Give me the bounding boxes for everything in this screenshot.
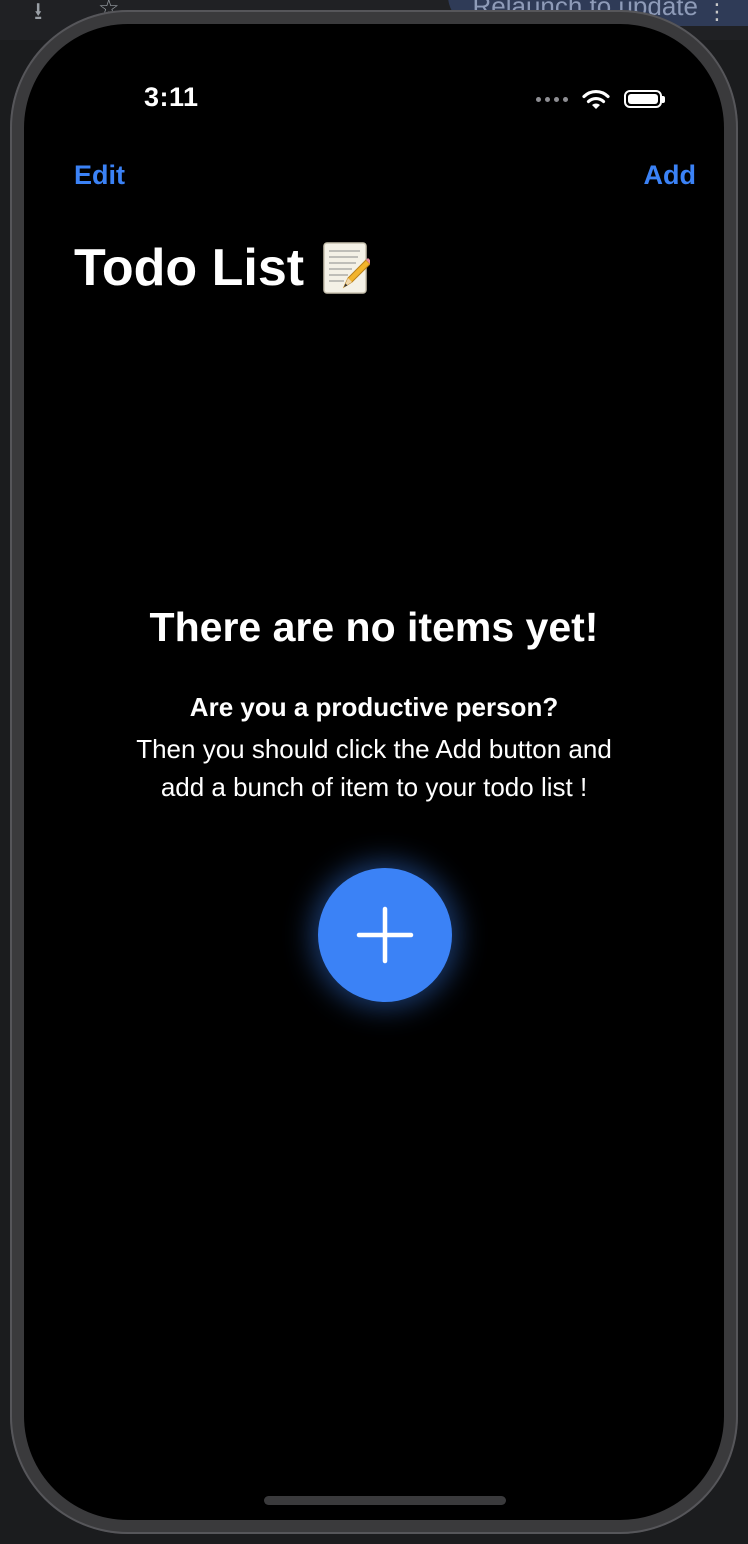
install-app-icon[interactable]: ⭳ bbox=[34, 0, 42, 35]
kebab-menu-icon[interactable]: ⋮ bbox=[706, 1, 728, 23]
empty-state-body: Then you should click the Add button and… bbox=[24, 730, 724, 806]
add-button[interactable]: Add bbox=[644, 160, 696, 191]
page-title: Todo List bbox=[74, 238, 371, 298]
iphone-frame: 3:11 Edit Add Todo List There are no ite… bbox=[10, 10, 738, 1534]
battery-icon bbox=[624, 90, 665, 108]
wifi-icon bbox=[582, 89, 610, 109]
memo-icon bbox=[323, 242, 371, 294]
app-screen: 3:11 Edit Add Todo List There are no ite… bbox=[24, 24, 724, 1520]
home-indicator[interactable] bbox=[264, 1496, 506, 1505]
edit-button[interactable]: Edit bbox=[74, 160, 125, 191]
empty-state-body-line: add a bunch of item to your todo list ! bbox=[160, 772, 588, 802]
empty-state-heading: There are no items yet! bbox=[149, 604, 599, 650]
add-item-fab[interactable] bbox=[318, 868, 452, 1002]
empty-state-body-line: Then you should click the Add button and bbox=[136, 734, 612, 764]
empty-state-subheading: Are you a productive person? bbox=[189, 692, 559, 722]
page-title-text: Todo List bbox=[74, 239, 305, 297]
signal-dots-icon bbox=[536, 96, 568, 102]
status-time: 3:11 bbox=[144, 82, 199, 112]
plus-icon bbox=[356, 906, 414, 964]
status-icons bbox=[536, 88, 665, 110]
